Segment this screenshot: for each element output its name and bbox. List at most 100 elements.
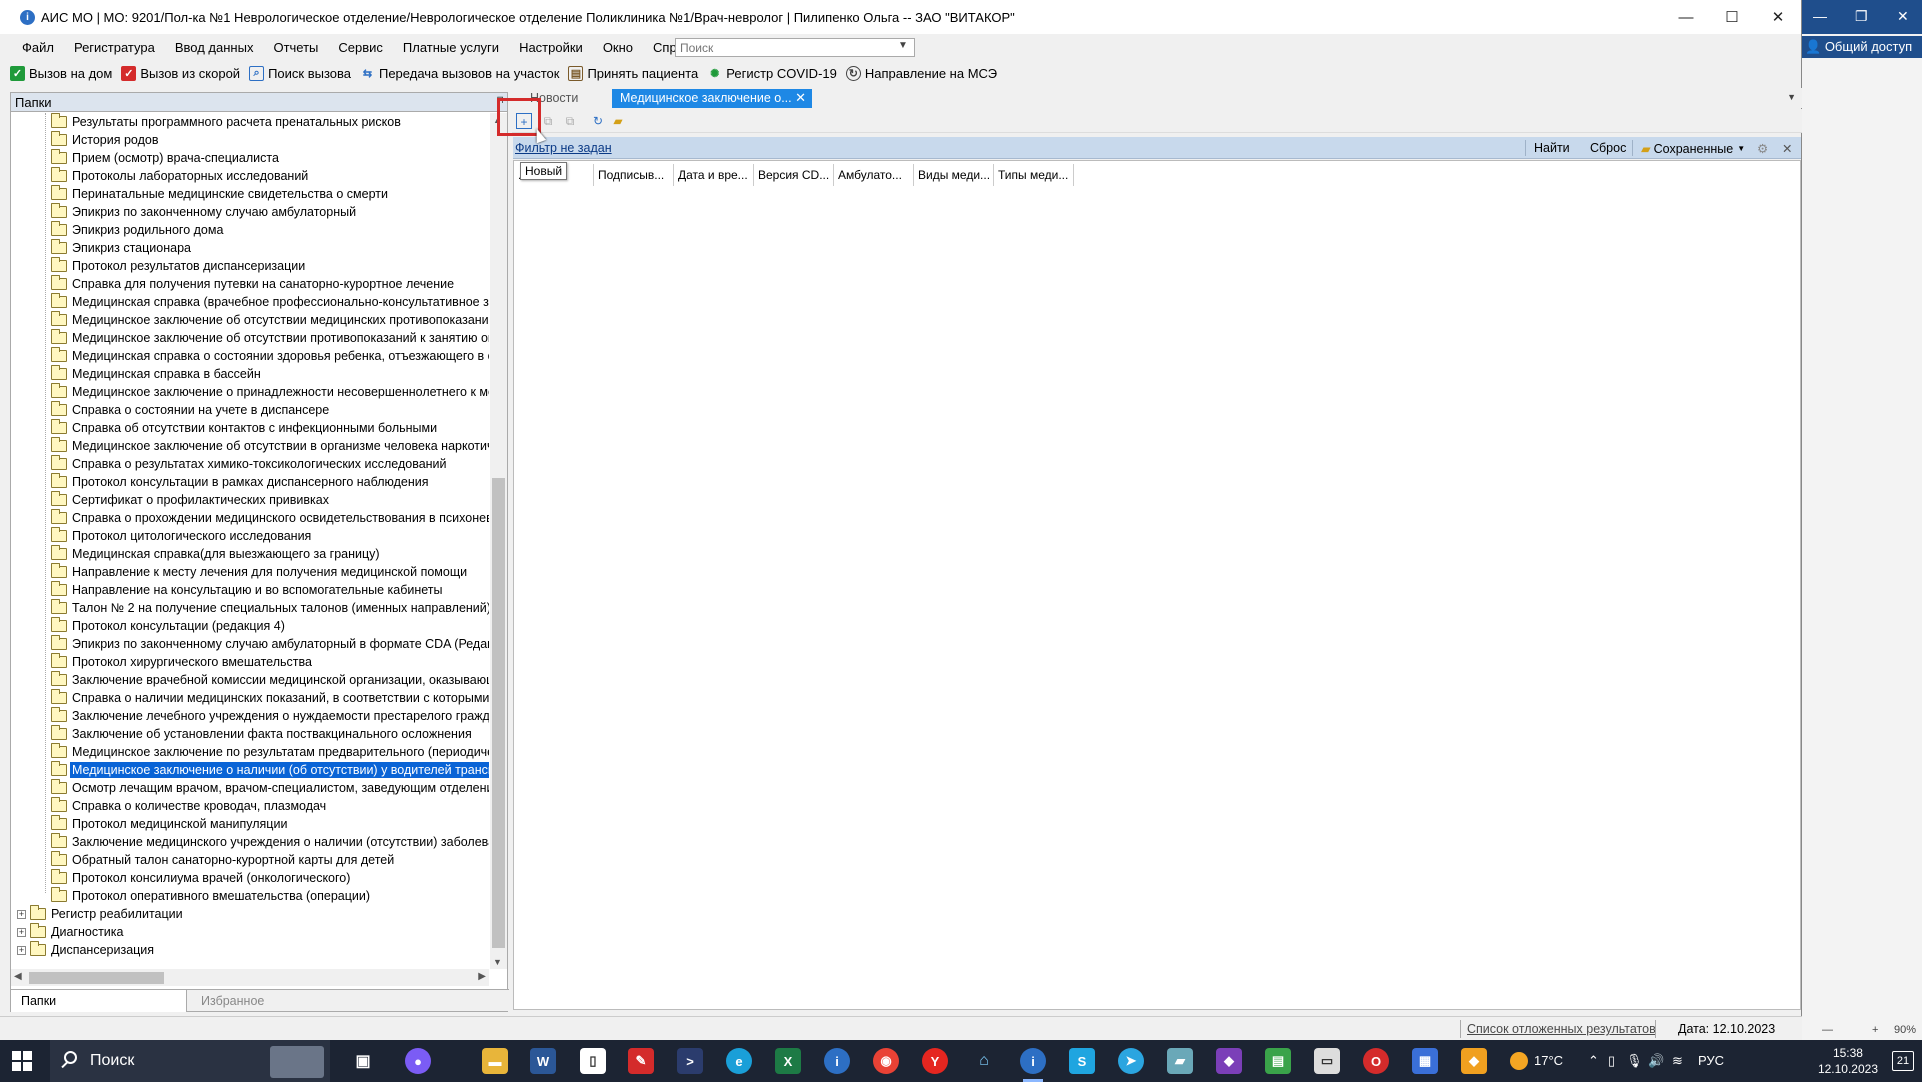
chrome-icon[interactable]: ◉ xyxy=(873,1048,899,1074)
tree-root-folder[interactable]: + Диагностика xyxy=(11,923,489,941)
tree-folder-item[interactable]: Протокол цитологического исследования xyxy=(11,527,489,545)
tree-folder-item[interactable]: Медицинское заключение об отсутствии в о… xyxy=(11,437,489,455)
zoom-out-icon[interactable]: — xyxy=(1822,1024,1833,1036)
menu-paid-services[interactable]: Платные услуги xyxy=(393,40,509,55)
tree-folder-item[interactable]: Протокол медицинской манипуляции xyxy=(11,815,489,833)
refresh-icon[interactable]: ↻ xyxy=(590,113,606,129)
app-icon[interactable]: ● xyxy=(405,1048,431,1074)
start-button[interactable] xyxy=(12,1051,32,1071)
background-restore-icon[interactable]: ❐ xyxy=(1855,8,1868,25)
background-minimize-icon[interactable]: — xyxy=(1813,8,1827,24)
chart-app-icon[interactable]: ▤ xyxy=(1265,1048,1291,1074)
menu-service[interactable]: Сервис xyxy=(328,40,393,55)
expand-icon[interactable]: + xyxy=(17,927,26,937)
tree-folder-item[interactable]: Прием (осмотр) врача-специалиста xyxy=(11,149,489,167)
tree-folder-item[interactable]: Медицинское заключение об отсутствии мед… xyxy=(11,311,489,329)
tree-folder-item[interactable]: Справка о состоянии на учете в диспансер… xyxy=(11,401,489,419)
find-button[interactable]: Найти xyxy=(1534,141,1570,155)
tree-folder-item[interactable]: Справка о количестве кроводач, плазмодач xyxy=(11,797,489,815)
tree-folder-item[interactable]: История родов xyxy=(11,131,489,149)
share-button[interactable]: 👤 Общий доступ xyxy=(1801,36,1922,58)
search-dropdown-chevron-icon[interactable]: ▼ xyxy=(898,40,908,51)
menu-registry[interactable]: Регистратура xyxy=(64,40,165,55)
folders-horizontal-scrollbar[interactable]: ◀ ▶ xyxy=(11,969,489,986)
close-button[interactable]: ✕ xyxy=(1755,0,1801,34)
tree-folder-item[interactable]: Заключение врачебной комиссии медицинско… xyxy=(11,671,489,689)
weather-temp[interactable]: 17°C xyxy=(1534,1053,1563,1068)
scroll-down-icon[interactable]: ▼ xyxy=(493,957,502,967)
taskbar-search[interactable]: Поиск xyxy=(50,1040,330,1082)
grid-column-header[interactable]: Дата и вре... xyxy=(674,164,754,186)
grid-column-header[interactable]: Подписыв... xyxy=(594,164,674,186)
tree-folder-item[interactable]: Медицинское заключение о наличии (об отс… xyxy=(11,761,489,779)
app-icon[interactable]: ◆ xyxy=(1461,1048,1487,1074)
paste-document-icon[interactable]: ⧉ xyxy=(562,113,578,129)
telegram-icon[interactable]: ➤ xyxy=(1118,1048,1144,1074)
filter-settings-icon[interactable]: ⚙ xyxy=(1757,141,1768,156)
scroll-right-icon[interactable]: ▶ xyxy=(478,971,486,982)
opera-icon[interactable]: O xyxy=(1363,1048,1389,1074)
menu-reports[interactable]: Отчеты xyxy=(263,40,328,55)
menu-data-entry[interactable]: Ввод данных xyxy=(165,40,264,55)
home-visit-button[interactable]: ✓ Вызов на дом xyxy=(10,65,112,81)
grid-column-header[interactable]: Типы меди... xyxy=(994,164,1074,186)
notifications-button[interactable]: 21 xyxy=(1892,1051,1914,1071)
accept-patient-button[interactable]: ▤ Принять пациента xyxy=(568,65,698,81)
tree-folder-item[interactable]: Медицинское заключение об отсутствии про… xyxy=(11,329,489,347)
tab-favorites[interactable]: Избранное xyxy=(191,990,274,1012)
tree-folder-item[interactable]: Медицинская справка(для выезжающего за г… xyxy=(11,545,489,563)
tabs-menu-chevron-icon[interactable]: ▼ xyxy=(1787,92,1796,102)
tree-folder-item[interactable]: Эпикриз стационара xyxy=(11,239,489,257)
deferred-results-link[interactable]: Список отложенных результатов xyxy=(1467,1022,1656,1036)
zoom-in-icon[interactable]: + xyxy=(1872,1024,1878,1036)
word-icon[interactable]: W xyxy=(530,1048,556,1074)
tree-folder-item[interactable]: Протокол консилиума врачей (онкологическ… xyxy=(11,869,489,887)
tree-folder-item[interactable]: Талон № 2 на получение специальных талон… xyxy=(11,599,489,617)
volume-icon[interactable]: 🔊 xyxy=(1648,1053,1664,1069)
transfer-calls-button[interactable]: ⇆ Передача вызовов на участок xyxy=(360,66,560,81)
tray-chevron-icon[interactable]: ⌃ xyxy=(1588,1053,1599,1069)
language-indicator[interactable]: РУС xyxy=(1698,1053,1724,1068)
app-icon[interactable]: ▰ xyxy=(1167,1048,1193,1074)
vertical-scroll-thumb[interactable] xyxy=(492,478,505,948)
file-explorer-icon[interactable]: ▬ xyxy=(482,1048,508,1074)
pdf-icon[interactable]: ✎ xyxy=(628,1048,654,1074)
edge-icon[interactable]: e xyxy=(726,1048,752,1074)
battery-icon[interactable]: ▯ xyxy=(1608,1053,1615,1069)
network-app-icon[interactable]: ⌂ xyxy=(971,1048,997,1074)
expand-icon[interactable]: + xyxy=(17,909,26,919)
tree-folder-item[interactable]: Медицинская справка (врачебное профессио… xyxy=(11,293,489,311)
tree-folder-item[interactable]: Заключение лечебного учреждения о нуждае… xyxy=(11,707,489,725)
tree-folder-item[interactable]: Осмотр лечащим врачом, врачом-специалист… xyxy=(11,779,489,797)
tree-folder-item[interactable]: Заключение об установлении факта поствак… xyxy=(11,725,489,743)
tree-folder-item[interactable]: Протокол хирургического вмешательства xyxy=(11,653,489,671)
tree-folder-item[interactable]: Эпикриз по законченному случаю амбулатор… xyxy=(11,203,489,221)
excel-icon[interactable]: X xyxy=(775,1048,801,1074)
menu-window[interactable]: Окно xyxy=(593,40,643,55)
powershell-icon[interactable]: > xyxy=(677,1048,703,1074)
tree-folder-item[interactable]: Результаты программного расчета пренатал… xyxy=(11,113,489,131)
tree-folder-item[interactable]: Медицинское заключение о принадлежности … xyxy=(11,383,489,401)
close-filter-icon[interactable]: ✕ xyxy=(1782,141,1792,156)
close-tab-icon[interactable]: ✕ xyxy=(795,90,806,106)
grid-column-header[interactable]: Амбулато... xyxy=(834,164,914,186)
ambulance-call-button[interactable]: ✓ Вызов из скорой xyxy=(121,65,240,81)
search-call-button[interactable]: ⌕ Поиск вызова xyxy=(249,65,351,81)
background-close-icon[interactable]: ✕ xyxy=(1897,8,1909,25)
copy-document-icon[interactable]: ⧉ xyxy=(540,113,556,129)
horizontal-scroll-thumb[interactable] xyxy=(29,972,164,984)
tree-folder-item[interactable]: Справка о результатах химико-токсикологи… xyxy=(11,455,489,473)
expand-icon[interactable]: + xyxy=(17,945,26,955)
skype-icon[interactable]: S xyxy=(1069,1048,1095,1074)
menu-settings[interactable]: Настройки xyxy=(509,40,593,55)
minimize-button[interactable]: — xyxy=(1663,0,1709,34)
reset-button[interactable]: Сброс xyxy=(1590,141,1626,155)
scroll-left-icon[interactable]: ◀ xyxy=(14,971,22,982)
tree-folder-item[interactable]: Протокол консультации (редакция 4) xyxy=(11,617,489,635)
notepad-icon[interactable]: ▯ xyxy=(580,1048,606,1074)
tree-folder-item[interactable]: Протокол консультации в рамках диспансер… xyxy=(11,473,489,491)
taskbar-clock[interactable]: 15:38 12.10.2023 xyxy=(1818,1045,1878,1077)
tree-root-folder[interactable]: + Диспансеризация xyxy=(11,941,489,959)
visual-studio-icon[interactable]: ◆ xyxy=(1216,1048,1242,1074)
remote-desktop-icon[interactable]: ▦ xyxy=(1412,1048,1438,1074)
